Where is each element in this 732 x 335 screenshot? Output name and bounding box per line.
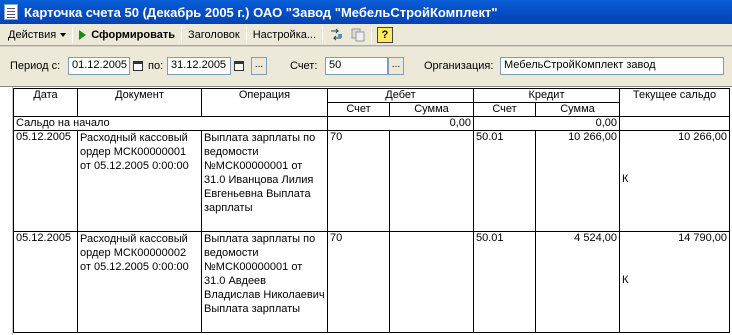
header-debit-sum: Сумма <box>389 102 474 117</box>
settings-button[interactable]: Настройка... <box>249 25 320 45</box>
period-select-button[interactable]: ... <box>251 57 267 75</box>
table-row[interactable]: 05.12.2005 Расходный кассовый ордер МСК0… <box>13 130 730 232</box>
header-debit: Дебет <box>327 88 474 103</box>
generate-button[interactable]: Сформировать <box>75 25 179 45</box>
opening-credit-sum: 0,00 <box>473 116 620 131</box>
row-operation: Выплата зарплаты по ведомости №МСК000000… <box>201 231 328 333</box>
header-operation: Операция <box>201 88 328 117</box>
row-debit-sum <box>389 130 474 232</box>
account-card-table: Дата Документ Операция Дебет Кредит Теку… <box>13 88 730 333</box>
opening-debit-sum: 0,00 <box>327 116 474 131</box>
header-document: Документ <box>77 88 202 117</box>
date-from-field[interactable]: 01.12.2005 <box>68 57 130 75</box>
row-balance-type: К <box>622 173 629 185</box>
header-debit-account: Счет <box>327 102 390 117</box>
organization-label: Организация: <box>424 60 494 72</box>
row-balance: 10 266,00 К <box>619 130 730 232</box>
row-balance-value: 14 790,00 <box>678 232 727 245</box>
header-credit-account: Счет <box>473 102 536 117</box>
actions-menu-button[interactable]: Действия <box>4 25 70 45</box>
title-bar: Карточка счета 50 (Декабрь 2005 г.) ОАО … <box>0 0 732 24</box>
row-operation: Выплата зарплаты по ведомости №МСК000000… <box>201 130 328 232</box>
organization-field[interactable]: МебельСтройКомплект завод <box>500 57 724 75</box>
table-header-row: Дата Документ Операция Дебет Кредит Теку… <box>13 88 730 117</box>
help-button[interactable]: ? <box>377 26 394 43</box>
row-debit-account: 70 <box>327 130 390 232</box>
report-area: Дата Документ Операция Дебет Кредит Теку… <box>0 86 732 335</box>
header-label: Заголовок <box>188 28 240 41</box>
row-debit-sum <box>389 231 474 333</box>
generate-label: Сформировать <box>91 28 175 41</box>
window-title: Карточка счета 50 (Декабрь 2005 г.) ОАО … <box>24 4 498 20</box>
account-field[interactable]: 50 <box>325 57 388 75</box>
row-document[interactable]: Расходный кассовый ордер МСК00000002 от … <box>77 231 202 333</box>
actions-label: Действия <box>8 28 57 41</box>
to-label: по: <box>148 60 164 72</box>
row-balance-type: К <box>622 274 629 286</box>
calendar-to-button[interactable] <box>232 57 246 75</box>
copy-icon[interactable] <box>350 27 366 43</box>
calendar-icon <box>234 61 244 71</box>
row-debit-account: 70 <box>327 231 390 333</box>
document-icon <box>4 4 18 20</box>
transfer-icon[interactable] <box>328 27 344 43</box>
toolbar-separator <box>245 26 247 43</box>
help-icon: ? <box>377 26 394 43</box>
row-credit-account: 50.01 <box>473 231 536 333</box>
calendar-icon <box>133 61 143 71</box>
report-margin <box>0 87 13 335</box>
date-to-field[interactable]: 31.12.2005 <box>167 57 231 75</box>
header-date: Дата <box>13 88 78 117</box>
row-date: 05.12.2005 <box>13 231 78 333</box>
row-date: 05.12.2005 <box>13 130 78 232</box>
header-credit: Кредит <box>473 88 620 103</box>
row-balance: 14 790,00 К <box>619 231 730 333</box>
row-document[interactable]: Расходный кассовый ордер МСК00000001 от … <box>77 130 202 232</box>
toolbar-separator <box>181 26 182 43</box>
row-credit-sum: 4 524,00 <box>535 231 620 333</box>
account-select-button[interactable]: ... <box>388 57 404 75</box>
settings-label: Настройка... <box>252 28 317 41</box>
header-balance: Текущее сальдо <box>619 88 730 117</box>
row-balance-value: 10 266,00 <box>678 131 727 144</box>
period-label: Период с: <box>10 60 61 72</box>
play-icon <box>79 29 87 40</box>
calendar-from-button[interactable] <box>131 57 145 75</box>
account-label: Счет: <box>290 60 318 72</box>
header-button[interactable]: Заголовок <box>184 25 244 45</box>
opening-balance <box>619 116 730 131</box>
opening-balance-row[interactable]: Сальдо на начало 0,00 0,00 <box>13 116 730 131</box>
toolbar-separator <box>72 26 74 43</box>
header-credit-sum: Сумма <box>535 102 620 117</box>
filter-panel: Период с: 01.12.2005 по: 31.12.2005 ... … <box>0 47 732 87</box>
toolbar-separator <box>322 26 324 43</box>
chevron-down-icon <box>60 32 67 37</box>
row-credit-sum: 10 266,00 <box>535 130 620 232</box>
table-row[interactable]: 05.12.2005 Расходный кассовый ордер МСК0… <box>13 231 730 333</box>
toolbar-separator <box>371 26 373 43</box>
row-credit-account: 50.01 <box>473 130 536 232</box>
toolbar: Действия Сформировать Заголовок Настройк… <box>0 24 732 46</box>
opening-label: Сальдо на начало <box>13 116 328 131</box>
